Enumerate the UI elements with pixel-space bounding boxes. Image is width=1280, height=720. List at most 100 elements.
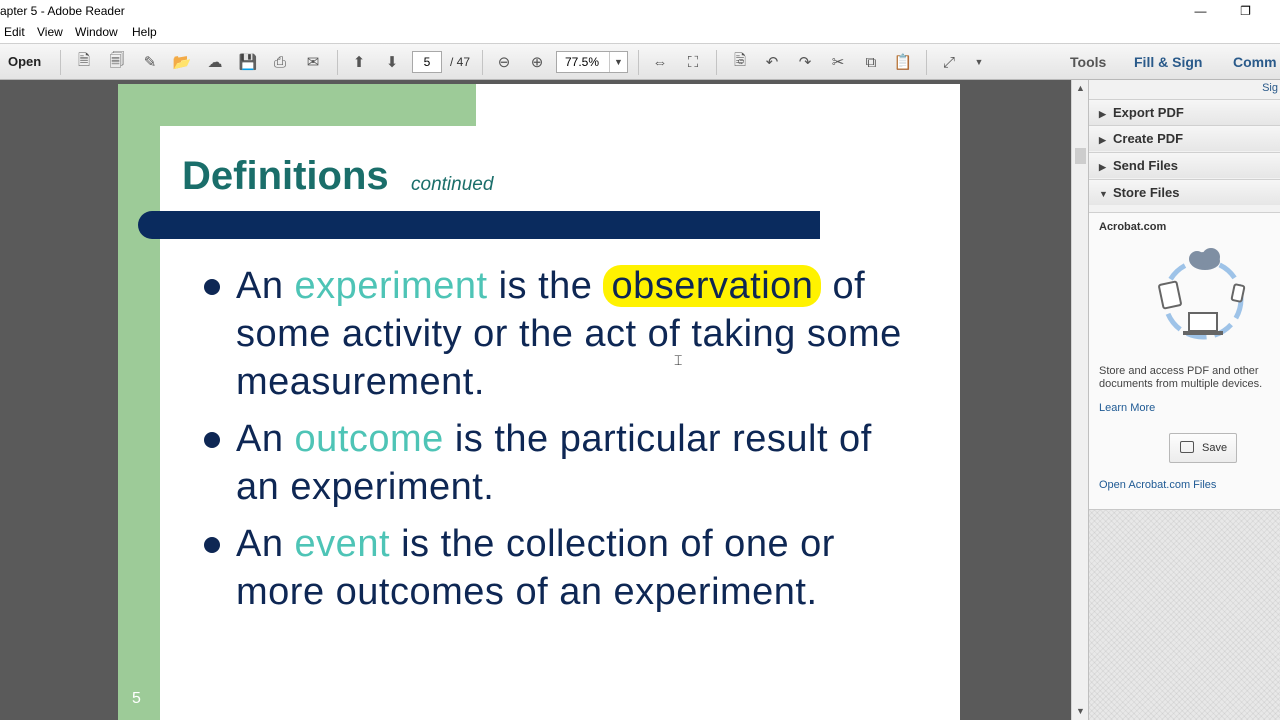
toolbar: Open 🗎 🗐 ✎ 📂 ☁ 💾 ⎙ ✉ ⬆ ⬇ 5 / 47 ⊖ ⊕ 77.5… [0,43,1280,80]
term-outcome: outcome [294,418,444,460]
redo-icon[interactable]: ↷ [794,52,816,72]
open-folder-icon[interactable]: 📂 [171,52,193,72]
cut-icon[interactable]: ✂ [827,52,849,72]
text-cursor-icon: ⌶ [674,352,683,368]
fit-width-icon[interactable]: ⇔ [649,52,671,72]
upload-cloud-icon[interactable]: ☁ [204,52,226,72]
slide-subtitle: continued [411,174,494,195]
email-icon[interactable]: ✉ [302,52,324,72]
window-title: apter 5 - Adobe Reader [0,4,125,18]
scrollbar-thumb[interactable] [1075,148,1086,164]
toolbar-separator [926,50,927,75]
fit-page-icon[interactable]: ⛶ [682,52,704,72]
vertical-scrollbar[interactable]: ▲ ▼ [1071,80,1088,720]
term-event: event [294,523,391,565]
section-label: Export PDF [1113,105,1184,120]
toolbar-separator [337,50,338,75]
section-create-pdf[interactable]: ▶ Create PDF [1089,125,1280,151]
bullet-text: An experiment is the observation of some… [236,262,904,406]
bullet-text: An event is the collection of one or mor… [236,520,904,616]
bullet-text-pre: An [236,523,295,565]
panel-empty-area [1089,510,1280,720]
bullet-text-mid: is the [487,265,604,307]
bullet-text: An outcome is the particular result of a… [236,415,904,511]
zoom-select[interactable]: 77.5% ▼ [556,51,628,73]
cloud-devices-icon [1158,248,1246,340]
zoom-value: 77.5% [565,55,600,69]
store-files-content: Acrobat.com Store and access PDF and oth… [1089,212,1280,510]
task-panel: Sig ▶ Export PDF ▶ Create PDF ▶ Send Files … [1088,80,1280,720]
print-icon[interactable]: ⎙ [269,52,291,72]
restore-button[interactable]: ❐ [1223,0,1268,22]
fill-sign-tab[interactable]: Fill & Sign [1134,54,1202,70]
slide-title: Definitions [182,154,389,198]
previous-page-icon[interactable]: ⬆ [348,52,370,72]
toolbar-separator [638,50,639,75]
next-page-icon[interactable]: ⬇ [381,52,403,72]
section-store-files[interactable]: ▼ Store Files [1089,179,1280,205]
tools-tab[interactable]: Tools [1070,54,1106,70]
spellcheck-icon[interactable]: 🗟 [729,52,751,72]
bullet-outcome: An outcome is the particular result of a… [204,415,904,511]
menu-view[interactable]: View [37,25,63,39]
zoom-out-icon[interactable]: ⊖ [493,52,515,72]
minimize-button[interactable]: — [1178,0,1223,22]
scroll-down-icon[interactable]: ▼ [1072,703,1089,720]
expand-icon: ▶ [1099,135,1106,145]
document-viewport[interactable]: Definitions continued An experiment is t… [0,80,1071,720]
save-icon[interactable]: 💾 [237,52,259,72]
chevron-down-icon[interactable]: ▼ [609,52,627,72]
toolbar-separator [60,50,61,75]
section-label: Store Files [1113,185,1180,200]
menu-help[interactable]: Help [132,25,157,39]
scroll-up-icon[interactable]: ▲ [1072,80,1089,97]
toolbar-overflow-icon[interactable]: ▼ [968,52,990,72]
bullet-dot [204,279,220,295]
term-experiment: experiment [294,265,488,307]
bullet-dot [204,432,220,448]
read-mode-icon[interactable]: ⤢ [938,52,960,72]
menu-edit[interactable]: Edit [4,25,25,39]
bullet-experiment: An experiment is the observation of some… [204,262,904,406]
bullet-dot [204,537,220,553]
paste-icon[interactable]: 📋 [892,52,914,72]
slide-left-accent [118,84,160,720]
export-pdf-icon[interactable]: 🗐 [106,52,128,72]
menu-window[interactable]: Window [75,25,118,39]
zoom-in-icon[interactable]: ⊕ [526,52,548,72]
save-to-acrobat-button[interactable]: Save [1169,433,1237,463]
title-bar: apter 5 - Adobe Reader — ❐ [0,0,1280,22]
open-button[interactable]: Open [8,54,41,69]
edit-document-icon[interactable]: ✎ [139,52,161,72]
bullet-event: An event is the collection of one or mor… [204,520,904,616]
sign-link[interactable]: Sig [1262,82,1278,94]
create-pdf-icon[interactable]: 🗎 [73,52,95,72]
bullet-text-pre: An [236,265,295,307]
page-number-input[interactable]: 5 [412,51,442,73]
pdf-page: Definitions continued An experiment is t… [118,84,960,720]
page-total: / 47 [450,55,471,69]
section-label: Create PDF [1113,131,1184,146]
save-icon [1180,441,1194,453]
highlighted-observation: observation [603,265,822,307]
store-files-description: Store and access PDF and other documents… [1099,365,1263,390]
menu-bar: Edit View Window Help [0,22,1280,43]
save-label: Save [1202,442,1228,454]
toolbar-separator [716,50,717,75]
slide-top-accent [118,84,476,126]
learn-more-link[interactable]: Learn More [1099,402,1155,414]
undo-icon[interactable]: ↶ [761,52,783,72]
slide-number: 5 [132,690,141,707]
acrobat-label: Acrobat.com [1099,221,1167,233]
section-label: Send Files [1113,158,1179,173]
copy-icon[interactable]: ⧉ [860,52,882,72]
toolbar-separator [482,50,483,75]
open-acrobat-files-link[interactable]: Open Acrobat.com Files [1099,479,1216,491]
collapse-icon: ▼ [1099,189,1108,199]
comment-tab[interactable]: Comm [1233,54,1277,70]
section-export-pdf[interactable]: ▶ Export PDF [1089,99,1280,125]
expand-icon: ▶ [1099,109,1106,119]
title-underline-bar [138,211,820,239]
bullet-text-pre: An [236,418,295,460]
section-send-files[interactable]: ▶ Send Files [1089,152,1280,178]
